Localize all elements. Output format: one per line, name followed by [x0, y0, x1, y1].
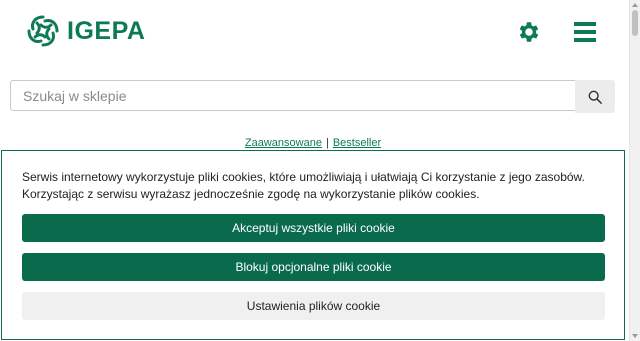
igepa-logo-icon [27, 15, 59, 47]
link-separator: | [325, 137, 329, 149]
search-button[interactable] [575, 80, 615, 113]
advanced-search-link[interactable]: Zaawansowane [245, 137, 322, 149]
cookie-consent-banner: Serwis internetowy wykorzystuje pliki co… [1, 150, 625, 340]
hamburger-menu-icon [574, 22, 596, 42]
scrollbar-thumb[interactable] [632, 10, 638, 36]
search-input[interactable] [10, 80, 575, 111]
settings-button[interactable] [516, 19, 542, 45]
scroll-down-icon[interactable] [632, 334, 638, 338]
scroll-up-icon[interactable] [632, 3, 638, 7]
brand-name: IGEPA [67, 16, 146, 45]
brand-logo[interactable]: IGEPA [25, 13, 145, 49]
bestseller-link[interactable]: Bestseller [333, 137, 381, 149]
page-scrollbar[interactable] [629, 0, 640, 341]
search-bar [10, 80, 615, 113]
block-optional-cookies-button[interactable]: Blokuj opcjonalne pliki cookie [22, 253, 605, 281]
gear-icon [519, 22, 539, 42]
cookie-message-line-2: Korzystając z serwisu wyrażasz jednocześ… [22, 187, 480, 201]
cookie-message-line-1: Serwis internetowy wykorzystuje pliki co… [22, 170, 585, 184]
search-links: Zaawansowane | Bestseller [0, 137, 626, 149]
menu-button[interactable] [573, 20, 597, 44]
site-header: IGEPA [0, 0, 640, 62]
cookie-message: Serwis internetowy wykorzystuje pliki co… [22, 169, 612, 203]
search-icon [588, 90, 602, 104]
accept-all-cookies-button[interactable]: Akceptuj wszystkie pliki cookie [22, 214, 605, 242]
cookie-settings-button[interactable]: Ustawienia plików cookie [22, 292, 605, 320]
